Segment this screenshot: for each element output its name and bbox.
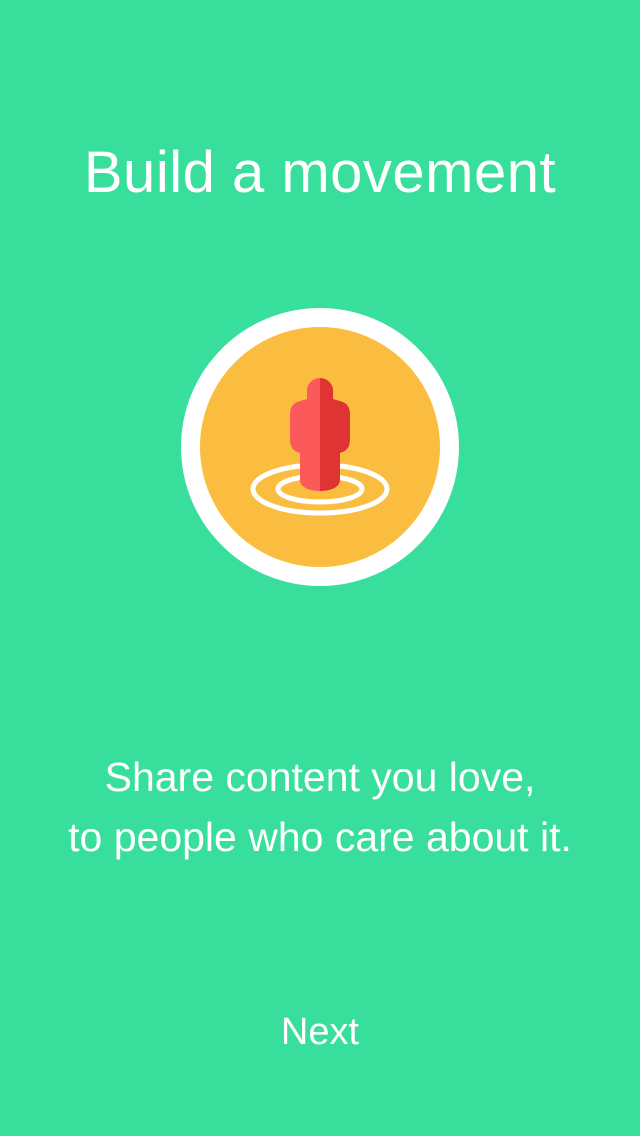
person-on-target-icon xyxy=(181,308,459,586)
page-title: Build a movement xyxy=(83,140,557,205)
next-button[interactable]: Next xyxy=(220,1000,420,1064)
onboarding-illustration xyxy=(181,308,459,586)
description-line-2: to people who care about it. xyxy=(68,814,572,860)
description-line-1: Share content you love, xyxy=(104,754,536,800)
onboarding-screen: Build a movement Share content you love,… xyxy=(0,0,640,1136)
onboarding-description: Share content you love, to people who ca… xyxy=(0,747,640,867)
